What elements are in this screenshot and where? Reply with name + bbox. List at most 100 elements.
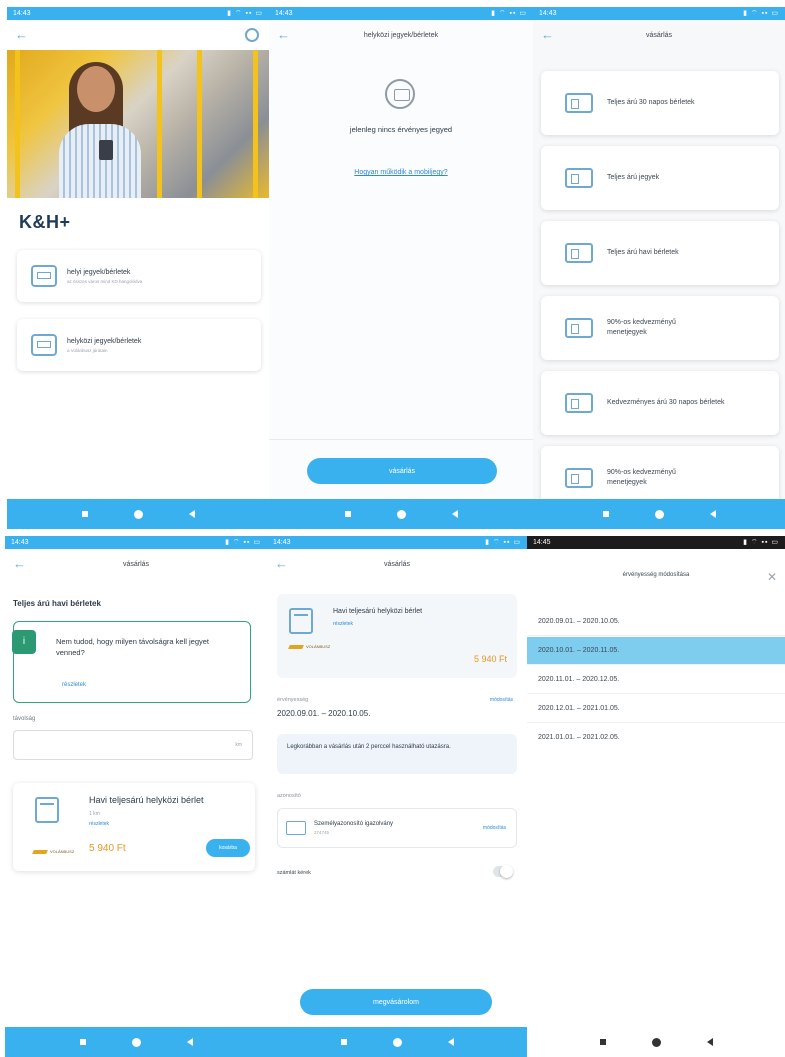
back-arrow-icon[interactable]: ← [275,557,289,571]
category-card[interactable]: Kedvezményes árú 30 napos bérletek [541,371,779,435]
home-icon[interactable] [396,509,406,519]
recent-apps-icon[interactable] [79,1039,86,1045]
period-option[interactable]: 2020.11.01. – 2020.12.05. [527,666,785,694]
confirm-purchase-button[interactable]: megvásárolom [300,989,492,1015]
local-tickets-card[interactable]: helyi jegyek/bérletek az összes város mi… [17,250,261,302]
id-document-number: 274745 [314,830,330,835]
distance-info-box: i Nem tudod, hogy milyen távolságra kell… [12,621,251,703]
product-details-link[interactable]: részletek [89,821,109,827]
brand-logo: K&H+ [19,212,71,232]
status-time: 14:43 [11,539,29,546]
product-price: 5 940 Ft [473,654,507,664]
nav-back-icon[interactable] [709,510,716,518]
ticket-icon [565,468,593,488]
unit-suffix: km [235,742,242,748]
top-bar: ← vásárlás [267,549,527,579]
back-arrow-icon[interactable]: ← [541,28,555,42]
info-icon: i [12,630,36,654]
status-time: 14:43 [275,10,293,17]
distance-input[interactable]: km [13,730,253,760]
invoice-toggle[interactable] [493,865,513,878]
nav-back-icon[interactable] [447,1038,454,1046]
distance-label: távolság [13,716,36,722]
bus-pole [157,50,162,198]
home-icon[interactable] [651,1037,661,1047]
status-time: 14:43 [539,10,557,17]
intercity-tickets-card[interactable]: helyközi jegyek/bérletek a Volánbusz jár… [17,319,261,371]
bus-pole [197,50,202,198]
calendar-icon [289,608,313,634]
android-nav-bar [7,499,269,529]
android-nav-bar [527,1027,785,1057]
nav-back-icon[interactable] [451,510,458,518]
nav-back-icon[interactable] [188,510,195,518]
head [77,66,115,112]
product-price: 5 940 Ft [89,843,126,854]
status-icons: ▮ ⌔ ▪▪ ▭ [491,10,527,17]
nav-back-icon[interactable] [186,1038,193,1046]
nav-back-icon[interactable] [706,1038,713,1046]
page-title: vásárlás [383,560,411,568]
purchase-button[interactable]: vásárlás [307,458,497,484]
period-option[interactable]: 2020.12.01. – 2021.01.05. [527,695,785,723]
status-icons: ▮ ⌔ ▪▪ ▭ [743,10,779,17]
section-title: Teljes árú havi bérletek [13,599,101,608]
bus-pole [15,50,20,198]
status-bar: 14:43 ▮ ⌔ ▪▪ ▭ [5,536,267,549]
validity-modify-link[interactable]: módosítás [490,697,513,703]
sheet-title: érvényesség módosítása [622,572,690,578]
ticket-icon [565,168,593,188]
recent-apps-icon[interactable] [599,1039,606,1045]
notice-box: Legkorábban a vásárlás után 2 perccel ha… [277,734,517,774]
status-bar: 14:43 ▮ ⌔ ▪▪ ▭ [269,7,533,20]
home-icon[interactable] [654,509,664,519]
back-arrow-icon[interactable]: ← [13,557,27,571]
screen-checkout: 14:43 ▮ ⌔ ▪▪ ▭ ← vásárlás Havi teljesárú… [267,536,527,1057]
bus-pole [253,50,258,198]
status-icons: ▮ ⌔ ▪▪ ▭ [227,10,263,17]
recent-apps-icon[interactable] [344,511,351,517]
category-card[interactable]: Teljes árú jegyek [541,146,779,210]
period-option-selected[interactable]: 2020.10.01. – 2020.11.05. [527,637,785,665]
category-card[interactable]: Teljes árú 30 napos bérletek [541,71,779,135]
ticket-icon [565,243,593,263]
android-nav-bar [533,499,785,529]
add-to-cart-button[interactable]: kosárba [206,839,250,857]
empty-ticket-icon [385,79,415,109]
ticket-icon [565,318,593,338]
category-card[interactable]: 90%-os kedvezményű menetjegyek [541,296,779,360]
id-card: Személyazonosító igazolvány 274745 módos… [277,808,517,848]
home-icon[interactable] [131,1037,141,1047]
top-bar: ← vásárlás [5,549,267,579]
status-time: 14:43 [13,10,31,17]
period-option[interactable]: 2021.01.01. – 2021.02.05. [527,724,785,752]
recent-apps-icon[interactable] [340,1039,347,1045]
product-details-link[interactable]: részletek [333,621,353,627]
status-icons: ▮ ⌔ ▪▪ ▭ [485,539,521,546]
status-time: 14:45 [533,539,551,546]
category-label: Teljes árú jegyek [607,173,660,181]
recent-apps-icon[interactable] [602,511,609,517]
product-distance: 1 km [89,811,100,817]
details-link[interactable]: részletek [62,682,86,688]
status-bar: 14:43 ▮ ⌔ ▪▪ ▭ [267,536,527,549]
id-modify-link[interactable]: módosítás [483,825,506,831]
bus-ticket-icon [31,265,57,287]
back-arrow-icon[interactable]: ← [15,28,29,42]
category-label: 90%-os kedvezményű menetjegyek [607,468,676,487]
page-title: vásárlás [122,560,150,568]
recent-apps-icon[interactable] [81,511,88,517]
period-option[interactable]: 2020.09.01. – 2020.10.05. [527,608,785,636]
how-it-works-link[interactable]: Hogyan működik a mobiljegy? [269,169,533,176]
back-arrow-icon[interactable]: ← [277,28,291,42]
home-icon[interactable] [392,1037,402,1047]
home-icon[interactable] [133,509,143,519]
hero-image [7,50,269,198]
product-title: Havi teljesárú helyközi bérlet [89,795,204,805]
validity-label: érvényesség [277,697,309,703]
category-card[interactable]: Teljes árú havi bérletek [541,221,779,285]
screen-home: 14:43 ▮ ⌔ ▪▪ ▭ ← K&H+ helyi jegyek/bérle… [7,7,269,529]
close-icon[interactable]: ✕ [767,570,777,584]
gear-icon[interactable] [245,28,259,42]
status-icons: ▮ ⌔ ▪▪ ▭ [743,539,779,546]
